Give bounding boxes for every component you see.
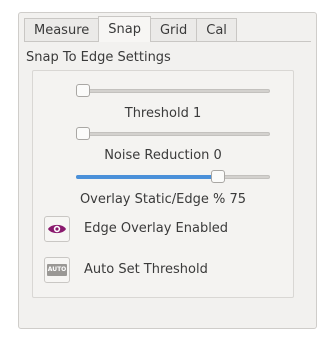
section-title: Snap To Edge Settings: [26, 50, 171, 65]
slider-track: [76, 89, 270, 93]
auto-threshold-label: Auto Set Threshold: [84, 262, 208, 277]
tab-cal[interactable]: Cal: [196, 18, 237, 42]
slider-fill: [76, 175, 218, 179]
noise-reduction-label: Noise Reduction 0: [104, 148, 222, 163]
auto-icon: AUTO: [47, 264, 67, 276]
tab-grid[interactable]: Grid: [149, 18, 198, 42]
slider-handle[interactable]: [76, 84, 90, 97]
edge-overlay-label: Edge Overlay Enabled: [84, 221, 229, 236]
slider-track: [76, 132, 270, 136]
edge-overlay-button[interactable]: [44, 216, 70, 242]
tab-divider: [24, 41, 311, 42]
auto-threshold-button[interactable]: AUTO: [44, 257, 70, 283]
threshold-label: Threshold 1: [124, 106, 202, 121]
tab-bar: Measure Snap Grid Cal: [24, 16, 237, 42]
eye-icon: [48, 224, 66, 234]
tab-snap[interactable]: Snap: [98, 16, 151, 42]
slider-handle[interactable]: [76, 127, 90, 140]
slider-handle[interactable]: [211, 170, 225, 183]
overlay-static-edge-label: Overlay Static/Edge % 75: [79, 192, 247, 207]
noise-reduction-slider[interactable]: [76, 127, 270, 141]
threshold-slider[interactable]: [76, 84, 270, 98]
overlay-static-edge-slider[interactable]: [76, 170, 270, 184]
tab-measure[interactable]: Measure: [24, 18, 100, 42]
